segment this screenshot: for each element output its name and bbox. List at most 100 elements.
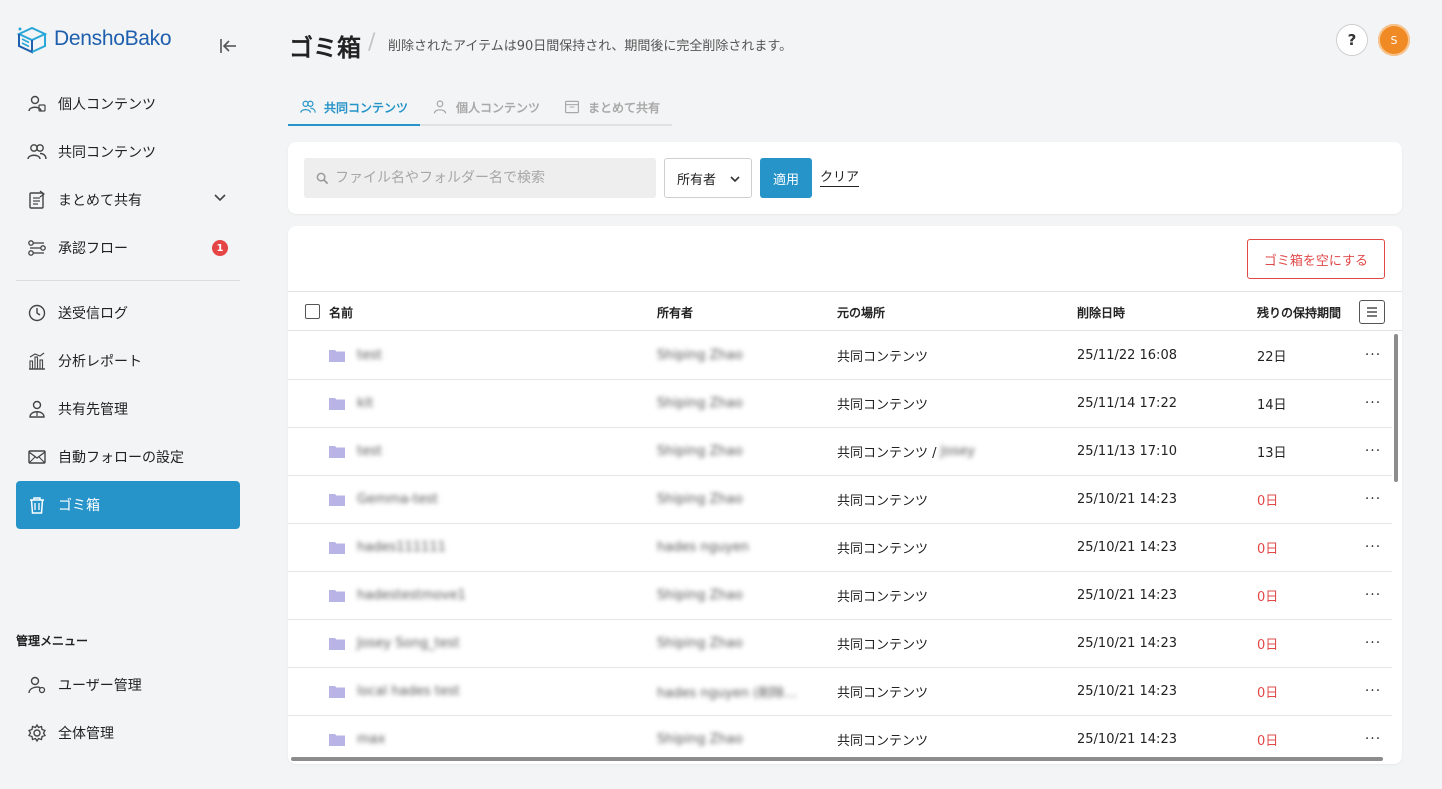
sidebar-item-analytics-report[interactable]: 分析レポート: [16, 337, 240, 385]
column-header-owner[interactable]: 所有者: [657, 292, 693, 332]
more-options-icon[interactable]: ···: [1362, 728, 1384, 750]
column-header-deleted-at[interactable]: 削除日時: [1077, 292, 1125, 332]
file-name[interactable]: local hades test: [357, 668, 460, 715]
deleted-at: 25/10/21 14:23: [1077, 492, 1177, 507]
sidebar-item-auto-follow-settings[interactable]: 自動フォローの設定: [16, 433, 240, 481]
file-name[interactable]: Gemma-test: [357, 476, 438, 523]
sidebar-item-shared-content[interactable]: 共同コンテンツ: [16, 128, 240, 176]
sidebar-item-label: 個人コンテンツ: [58, 97, 156, 113]
column-header-location[interactable]: 元の場所: [837, 292, 885, 332]
file-name[interactable]: max: [357, 716, 385, 752]
sidebar-item-label: 共有先管理: [58, 402, 128, 418]
location-path: 共同コンテンツ: [837, 638, 929, 653]
vertical-scrollbar[interactable]: [1394, 334, 1398, 482]
more-options-icon[interactable]: ···: [1362, 344, 1384, 366]
owner-name: Shiping Zhao: [657, 732, 743, 747]
more-options-icon[interactable]: ···: [1362, 440, 1384, 462]
table-row[interactable]: hadestestmove1 Shiping Zhao 共同コンテンツ 25/1…: [288, 572, 1392, 620]
menu-icon: [1367, 307, 1377, 317]
original-location: 共同コンテンツ: [837, 716, 928, 752]
column-header-retention[interactable]: 残りの保持期間: [1257, 292, 1341, 332]
column-settings-button[interactable]: [1359, 300, 1385, 324]
retention-period: 0日: [1257, 542, 1279, 557]
sidebar-item-share-destinations[interactable]: 共有先管理: [16, 385, 240, 433]
table-row[interactable]: kit Shiping Zhao 共同コンテンツ 25/11/14 17:22 …: [288, 380, 1392, 428]
chevron-down-icon: [730, 176, 740, 183]
more-options-icon[interactable]: ···: [1362, 632, 1384, 654]
original-location: 共同コンテンツ: [837, 332, 928, 379]
table-row[interactable]: test Shiping Zhao 共同コンテンツ / Josey 25/11/…: [288, 428, 1392, 476]
more-options-icon[interactable]: ···: [1362, 392, 1384, 414]
sidebar-divider: [16, 280, 240, 281]
help-button[interactable]: ?: [1336, 24, 1368, 56]
owner-name: Shiping Zhao: [657, 636, 743, 651]
folder-icon: [329, 686, 345, 698]
sidebar-item-trash[interactable]: ゴミ箱: [16, 481, 240, 529]
file-name[interactable]: kit: [357, 380, 373, 427]
horizontal-scrollbar[interactable]: [291, 757, 1383, 761]
location-path: 共同コンテンツ: [837, 494, 929, 509]
owner-filter-select[interactable]: 所有者: [664, 158, 752, 198]
original-location: 共同コンテンツ: [837, 524, 928, 571]
retention-period: 0日: [1257, 734, 1279, 749]
search-box[interactable]: [304, 158, 656, 198]
tab-label: まとめて共有: [588, 100, 661, 115]
calendar-share-icon: [564, 99, 580, 115]
more-options-icon[interactable]: ···: [1362, 536, 1384, 558]
table-row[interactable]: test Shiping Zhao 共同コンテンツ 25/11/22 16:08…: [288, 332, 1392, 380]
select-all-checkbox[interactable]: [305, 304, 320, 319]
file-name[interactable]: hadestestmove1: [357, 572, 466, 619]
sidebar-item-approval-flow[interactable]: 承認フロー 1: [16, 224, 240, 272]
tab-personal-content[interactable]: 個人コンテンツ: [420, 90, 552, 124]
sidebar-item-bulk-share[interactable]: まとめて共有: [16, 176, 240, 224]
tab-bulk-share[interactable]: まとめて共有: [552, 90, 672, 124]
sidebar-item-user-management[interactable]: ユーザー管理: [16, 661, 240, 709]
file-name[interactable]: test: [357, 428, 382, 475]
apply-button[interactable]: 適用: [760, 158, 812, 198]
file-name[interactable]: Josey Song_test: [357, 620, 460, 667]
empty-trash-button[interactable]: ゴミ箱を空にする: [1247, 239, 1385, 279]
sidebar-item-transfer-log[interactable]: 送受信ログ: [16, 289, 240, 337]
tab-shared-content[interactable]: 共同コンテンツ: [288, 90, 420, 126]
more-options-icon[interactable]: ···: [1362, 680, 1384, 702]
sidebar-item-global-settings[interactable]: 全体管理: [16, 709, 240, 757]
contacts-icon: [26, 398, 48, 420]
person-icon: [432, 99, 448, 115]
column-header-name[interactable]: 名前: [329, 292, 353, 332]
location-subfolder: Josey: [940, 444, 975, 459]
location-path: 共同コンテンツ: [837, 350, 929, 365]
file-name[interactable]: hades111111: [357, 524, 446, 571]
clock-icon: [26, 302, 48, 324]
gear-icon: [26, 722, 48, 744]
filter-bar: 所有者 適用 クリア: [288, 142, 1402, 214]
table-row[interactable]: hades111111 hades nguyen 共同コンテンツ 25/10/2…: [288, 524, 1392, 572]
more-options-icon[interactable]: ···: [1362, 584, 1384, 606]
search-input[interactable]: [335, 170, 645, 186]
location-path: 共同コンテンツ: [837, 398, 929, 413]
location-path: 共同コンテンツ: [837, 590, 929, 605]
tab-label: 共同コンテンツ: [324, 100, 409, 115]
table-row[interactable]: Gemma-test Shiping Zhao 共同コンテンツ 25/10/21…: [288, 476, 1392, 524]
collapse-sidebar-button[interactable]: [216, 34, 240, 58]
file-name[interactable]: test: [357, 332, 382, 379]
deleted-at: 25/10/21 14:23: [1077, 636, 1177, 651]
avatar[interactable]: S: [1378, 24, 1410, 56]
users-icon: [26, 141, 48, 163]
sidebar-item-label: 承認フロー: [58, 241, 128, 257]
table-row[interactable]: max Shiping Zhao 共同コンテンツ 25/10/21 14:23 …: [288, 716, 1392, 752]
sidebar-item-personal-content[interactable]: 個人コンテンツ: [16, 80, 240, 128]
app-logo[interactable]: DenshoBako: [16, 24, 172, 54]
retention-period: 14日: [1257, 398, 1287, 413]
table-row[interactable]: Josey Song_test Shiping Zhao 共同コンテンツ 25/…: [288, 620, 1392, 668]
more-options-icon[interactable]: ···: [1362, 488, 1384, 510]
clear-link[interactable]: クリア: [820, 170, 860, 187]
folder-icon: [329, 590, 345, 602]
sidebar-item-label: 自動フォローの設定: [58, 450, 184, 466]
sidebar: DenshoBako 個人コンテンツ 共同コンテンツ まとめて共有 承認フロー …: [0, 0, 256, 789]
chevron-down-icon[interactable]: [212, 190, 228, 210]
trash-icon: [26, 494, 48, 516]
original-location: 共同コンテンツ: [837, 620, 928, 667]
table-row[interactable]: local hades test hades nguyen (削除… 共同コンテ…: [288, 668, 1392, 716]
title-separator: /: [368, 30, 376, 55]
retention-period: 0日: [1257, 494, 1279, 509]
